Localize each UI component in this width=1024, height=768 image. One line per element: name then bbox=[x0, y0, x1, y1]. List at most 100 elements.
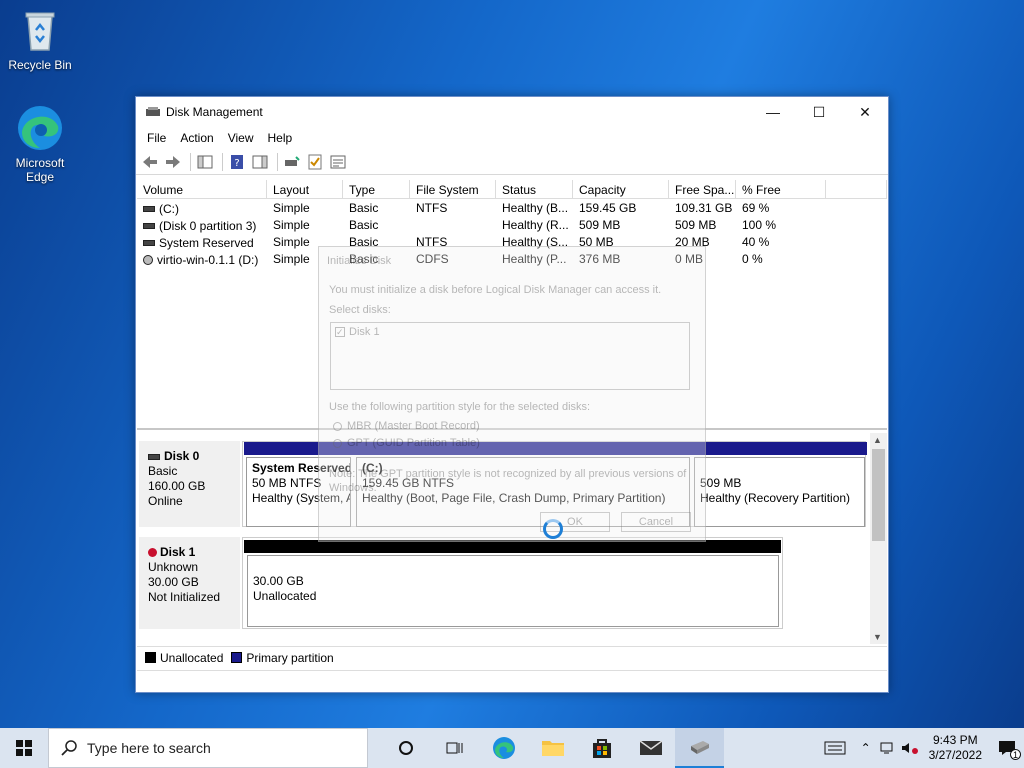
taskbar-disk-management-button[interactable] bbox=[675, 728, 724, 768]
back-button[interactable] bbox=[140, 152, 160, 172]
partition-size: 30.00 GB bbox=[253, 574, 304, 588]
maximize-button[interactable]: ☐ bbox=[796, 97, 842, 127]
notification-count-badge: 1 bbox=[1010, 749, 1021, 760]
menu-file[interactable]: File bbox=[140, 131, 173, 145]
gpt-radio[interactable] bbox=[333, 438, 342, 448]
column-header-volume[interactable]: Volume bbox=[137, 180, 267, 198]
taskbar-file-explorer-button[interactable] bbox=[528, 728, 577, 768]
status-bar bbox=[137, 670, 887, 692]
column-header-file-system[interactable]: File System bbox=[410, 180, 496, 198]
cell-file-system: NTFS bbox=[416, 201, 448, 215]
action-center-button[interactable]: 1 bbox=[990, 728, 1024, 768]
dialog-title: Initialize Disk bbox=[327, 255, 392, 267]
volume-button[interactable] bbox=[899, 728, 921, 768]
console-tree-icon bbox=[197, 155, 213, 168]
initialize-disk-dialog: Initialize Disk You must initialize a di… bbox=[318, 246, 706, 542]
start-button[interactable] bbox=[0, 728, 48, 768]
disk-listbox[interactable]: ✓ Disk 1 bbox=[330, 322, 690, 390]
disk-1-label[interactable]: Disk 1 Unknown 30.00 GB Not Initialized bbox=[139, 537, 240, 629]
partition-style-label: Use the following partition style for th… bbox=[329, 401, 591, 413]
menu-bar: File Action View Help bbox=[136, 127, 888, 149]
disk-kind: Basic bbox=[148, 464, 178, 478]
close-icon: ✕ bbox=[859, 103, 871, 120]
disk-management-app-icon bbox=[690, 741, 709, 754]
menu-view[interactable]: View bbox=[221, 131, 261, 145]
task-view-button[interactable] bbox=[381, 728, 430, 768]
network-status-button[interactable] bbox=[877, 728, 899, 768]
connect-disk-button[interactable] bbox=[282, 152, 302, 172]
disk-kind: Unknown bbox=[148, 560, 199, 574]
show-hide-action-pane-button[interactable] bbox=[250, 152, 270, 172]
close-button[interactable]: ✕ bbox=[842, 97, 888, 127]
keyboard-layout-button[interactable] bbox=[815, 728, 855, 768]
cell-volume: virtio-win-0.1.1 (D:) bbox=[157, 252, 259, 267]
cell-volume: (Disk 0 partition 3) bbox=[159, 218, 257, 233]
select-disks-label: Select disks: bbox=[329, 304, 391, 316]
taskbar-edge-button[interactable] bbox=[479, 728, 528, 768]
taskbar-store-button[interactable] bbox=[577, 728, 626, 768]
action-pane-icon bbox=[252, 155, 268, 168]
task-switcher-button[interactable] bbox=[430, 728, 479, 768]
legend-swatch-primary bbox=[231, 652, 243, 663]
network-disconnected-icon bbox=[880, 742, 893, 754]
menu-action[interactable]: Action bbox=[173, 131, 220, 145]
disk-0-label[interactable]: Disk 0 Basic 160.00 GB Online bbox=[139, 441, 240, 527]
scroll-up-icon[interactable]: ▲ bbox=[873, 435, 882, 445]
disk-name: Disk 1 bbox=[160, 545, 196, 559]
column-header-percent-free[interactable]: % Free bbox=[736, 180, 826, 198]
disk-item-label: Disk 1 bbox=[349, 326, 380, 338]
cell-capacity: 159.45 GB bbox=[579, 201, 637, 215]
taskbar-mail-button[interactable] bbox=[626, 728, 675, 768]
store-bag-icon bbox=[592, 739, 611, 758]
column-header-capacity[interactable]: Capacity bbox=[573, 180, 669, 198]
scrollbar-thumb[interactable] bbox=[872, 449, 885, 541]
help-icon: ? bbox=[231, 154, 243, 169]
check-properties-button[interactable] bbox=[305, 152, 325, 172]
cell-percent-free: 40 % bbox=[742, 235, 770, 249]
chevron-up-icon: ⌃ bbox=[860, 741, 871, 755]
keyboard-icon bbox=[824, 741, 846, 755]
forward-arrow-icon bbox=[166, 155, 180, 168]
dialog-intro: You must initialize a disk before Logica… bbox=[329, 284, 662, 296]
volume-drive-icon bbox=[143, 222, 155, 229]
cell-capacity: 509 MB bbox=[579, 218, 621, 232]
show-hide-console-tree-button[interactable] bbox=[195, 152, 215, 172]
properties-button[interactable] bbox=[328, 152, 348, 172]
uninitialized-disk-icon bbox=[148, 548, 157, 557]
partition-recovery[interactable]: 509 MB Healthy (Recovery Partition) bbox=[694, 457, 865, 527]
partition-status: Unallocated bbox=[253, 589, 317, 603]
cell-type: Basic bbox=[349, 218, 379, 232]
show-hidden-icons-button[interactable]: ⌃ bbox=[855, 728, 877, 768]
taskbar-clock[interactable]: 9:43 PM 3/27/2022 bbox=[921, 733, 990, 763]
column-header-free-space[interactable]: Free Spa... bbox=[669, 180, 736, 198]
table-row[interactable]: (Disk 0 partition 3) Simple Basic Health… bbox=[137, 216, 887, 233]
partition-unallocated[interactable]: 30.00 GB Unallocated bbox=[247, 555, 779, 627]
help-button[interactable]: ? bbox=[227, 152, 247, 172]
disk-checkbox[interactable]: ✓ bbox=[335, 327, 345, 337]
forward-button[interactable] bbox=[163, 152, 183, 172]
toolbar-separator bbox=[190, 152, 191, 171]
speaker-muted-icon bbox=[901, 743, 918, 754]
column-header-status[interactable]: Status bbox=[496, 180, 573, 198]
disk-icon bbox=[148, 453, 160, 460]
toolbar: ? bbox=[136, 149, 888, 175]
minimize-button[interactable]: — bbox=[750, 97, 796, 127]
title-bar[interactable]: Disk Management — ☐ ✕ bbox=[136, 97, 888, 127]
edge-shortcut[interactable]: Microsoft Edge bbox=[2, 104, 78, 184]
gpt-option[interactable]: GPT (GUID Partition Table) bbox=[333, 437, 480, 449]
scroll-down-icon[interactable]: ▼ bbox=[873, 632, 882, 642]
cancel-button[interactable]: Cancel bbox=[621, 512, 691, 532]
column-header-layout[interactable]: Layout bbox=[267, 180, 343, 198]
menu-help[interactable]: Help bbox=[261, 131, 300, 145]
legend-label-unallocated: Unallocated bbox=[160, 650, 224, 665]
recycle-bin-shortcut[interactable]: Recycle Bin bbox=[2, 6, 78, 72]
cortana-circle-icon bbox=[398, 741, 413, 755]
table-row[interactable]: (C:) Simple Basic NTFS Healthy (B... 159… bbox=[137, 199, 887, 216]
vertical-scrollbar[interactable]: ▲ ▼ bbox=[870, 433, 887, 644]
mbr-radio[interactable] bbox=[333, 421, 342, 431]
taskbar-search-box[interactable]: Type here to search bbox=[48, 728, 368, 768]
search-placeholder: Type here to search bbox=[87, 740, 211, 756]
column-header-type[interactable]: Type bbox=[343, 180, 410, 198]
mbr-option[interactable]: MBR (Master Boot Record) bbox=[333, 420, 480, 432]
maximize-icon: ☐ bbox=[812, 103, 826, 120]
